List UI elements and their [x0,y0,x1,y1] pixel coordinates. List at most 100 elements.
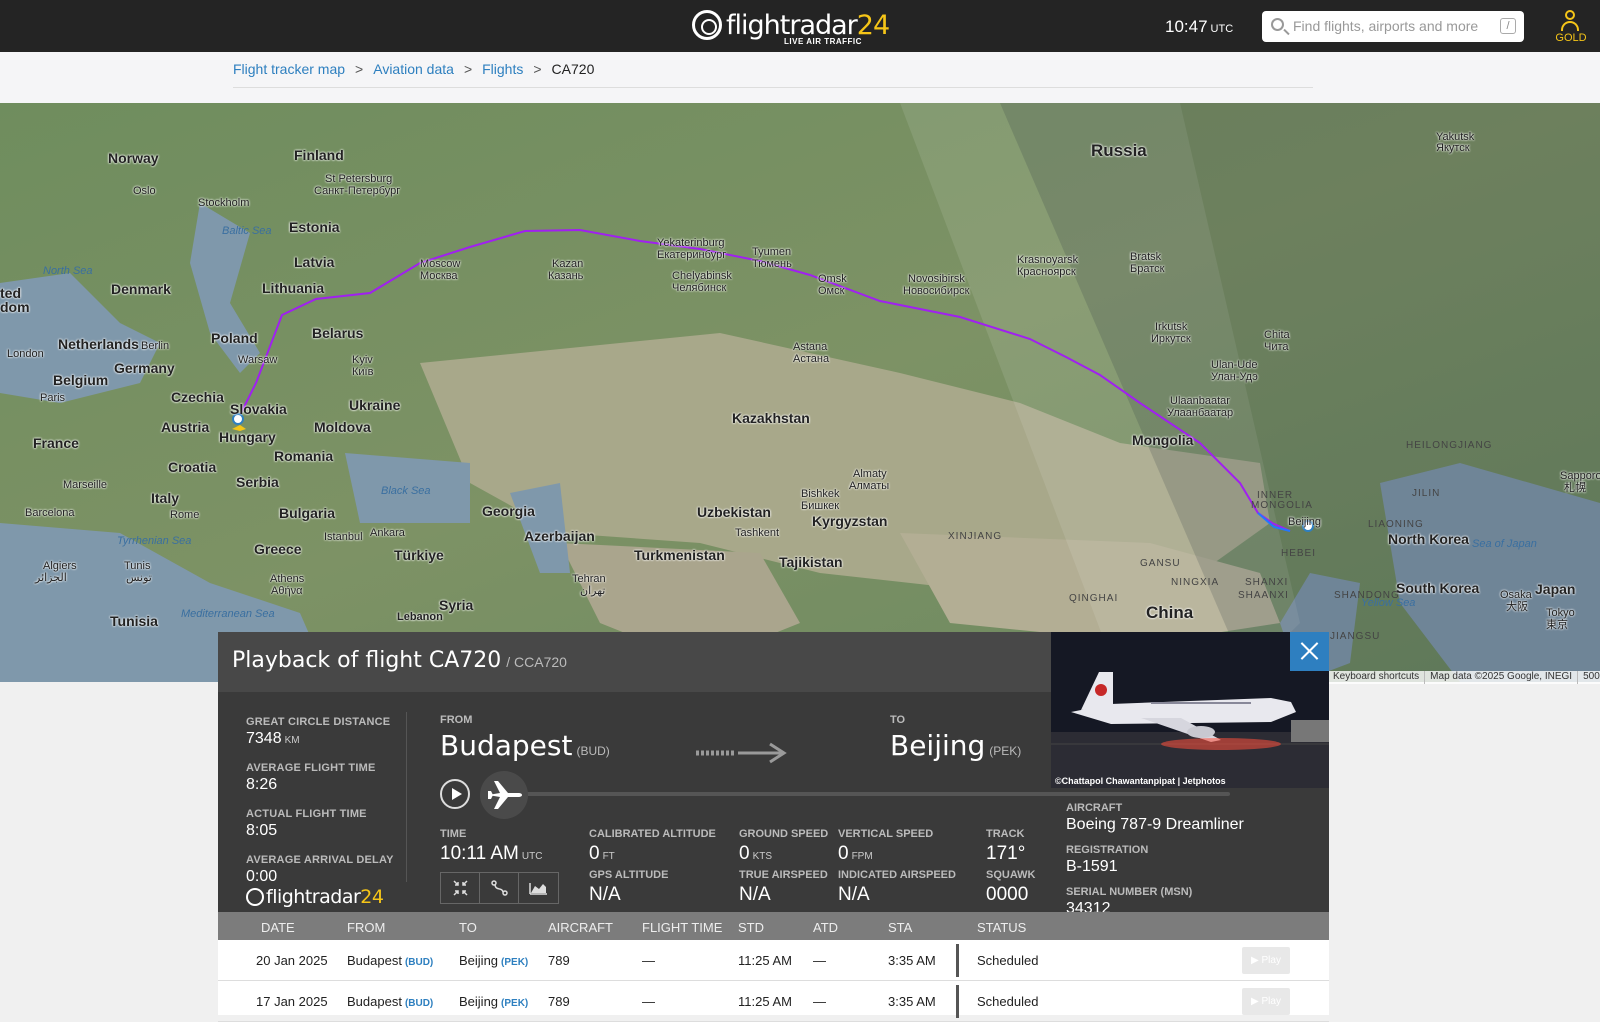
cell-atd: — [813,994,826,1009]
map-label-city: Stockholm [198,197,250,209]
cell-aircraft[interactable]: 789 [548,953,570,968]
map-label-region: NINGXIA [1171,577,1220,588]
cell-from: Budapest (BUD) [347,994,434,1009]
collapse-button[interactable] [441,873,480,903]
map-label-country: South Korea [1396,580,1480,596]
map-label-region: QINGHAI [1069,593,1119,604]
map-label-country: France [33,435,79,451]
breadcrumb-flights[interactable]: Flights [482,61,523,77]
area-chart-icon [529,883,547,895]
play-button[interactable] [440,779,470,809]
row-play-button[interactable]: ▶ Play [1242,988,1290,1015]
map-label-city: Казань [548,270,584,282]
map-label-city: Bratsk [1130,251,1162,263]
search-icon [1271,18,1284,31]
map-label-city: Astana [793,341,828,353]
map-label-city: Rome [170,509,200,521]
map-label-city: Новосибирск [903,285,970,297]
map-label-city: Ankara [370,527,405,539]
playback-panel: Playback of flight CA720/ CCA720 GREAT C… [218,632,1329,917]
status-bar [956,944,959,977]
map-label-city: Братск [1130,263,1165,275]
altitude-chart-button[interactable] [519,873,558,903]
map-label-city: Ulan-Ude [1211,359,1258,371]
map-label-city: Algiers [43,560,77,572]
breadcrumb-separator: > [533,61,542,77]
aircraft-registration[interactable]: B-1591 [1066,858,1316,876]
map-label-country: Hungary [219,429,276,445]
map-label-city: Paris [40,392,66,404]
flight-stats: GREAT CIRCLE DISTANCE 7348 KM AVERAGE FLI… [246,716,406,900]
map-label-city: Улаанбаатар [1167,407,1234,419]
origin-code: (BUD) [576,744,610,758]
route-toggle-button[interactable] [480,873,519,903]
map-label-country: Belarus [312,325,364,341]
map-label-city: Barcelona [25,507,75,519]
metric-indicated-airspeed: INDICATED AIRSPEED N/A [838,869,956,905]
metric-gps-altitude: GPS ALTITUDE N/A [589,869,669,905]
map-label-city: Tehran [572,573,606,585]
row-play-button[interactable]: ▶ Play [1242,947,1290,974]
timeline-handle[interactable] [480,771,528,819]
map-label-country: Tunisia [110,613,158,629]
flightradar24-logo[interactable]: flightradar24 LIVE AIR TRAFFIC [692,8,890,48]
stat-average-flight-time: AVERAGE FLIGHT TIME 8:26 [246,762,376,793]
map-label-city: Sapporo [1560,470,1600,482]
search-input[interactable] [1293,16,1493,36]
map-label-city: Kyiv [352,354,373,366]
map-label-city: Kazan [552,258,584,270]
map-label-city: Омск [818,285,845,297]
map-label-region: JIANGSU [1330,631,1381,642]
table-row[interactable]: 20 Jan 2025 Budapest (BUD) Beijing (PEK) 7… [218,940,1329,981]
map-label-country: Italy [151,490,180,506]
map-label-city: Tyumen [752,246,792,258]
map-label-city: Lebanon [397,611,443,623]
map-label-country: Moldova [314,419,371,435]
map-label-country: Finland [294,147,344,163]
origin-city[interactable]: Budapest [440,729,572,762]
cell-status: Scheduled [977,953,1039,968]
map-label-country: Turkmenistan [634,547,725,563]
metric-calibrated-altitude: CALIBRATED ALTITUDE 0 FT [589,828,716,864]
map-label-city: Ulaanbaatar [1170,395,1230,407]
search-box[interactable]: / [1262,11,1524,42]
map-label-country: Kazakhstan [732,410,810,426]
playback-timeline[interactable] [490,792,1230,796]
cell-aircraft[interactable]: 789 [548,994,570,1009]
aircraft-info: AIRCRAFT Boeing 787-9 Dreamliner REGISTR… [1066,802,1316,928]
map-label-country: Slovakia [230,401,287,417]
map-label-country: Japan [1535,581,1576,597]
map-label-city: Челябинск [672,282,727,294]
map-label-city: 東京 [1546,619,1568,631]
flight-history-table: DATE FROM TO AIRCRAFT FLIGHT TIME STD AT… [218,912,1329,1022]
destination-city[interactable]: Beijing [890,729,985,762]
map-label-city: Oslo [133,185,156,197]
map-label-city: Алматы [849,480,890,492]
map-label-city: تهران [580,585,606,597]
breadcrumb-current: CA720 [551,61,595,77]
table-header: DATE FROM TO AIRCRAFT FLIGHT TIME STD AT… [218,912,1329,940]
close-button[interactable] [1290,632,1329,671]
breadcrumb-aviation-data[interactable]: Aviation data [373,61,454,77]
map-label-city: Улан-Удэ [1211,371,1258,383]
aircraft-photo[interactable]: ©Chattapol Chawantanpipat | Jetphotos [1051,632,1329,788]
fr24-brand-logo: flightradar24 [246,886,384,908]
table-row[interactable]: 17 Jan 2025 Budapest (BUD) Beijing (PEK) 7… [218,981,1329,1022]
flight-map[interactable]: Norway Finland Estonia Latvia Lithuania … [0,103,1600,682]
route-arrow-icon [696,742,787,764]
map-label-country: Syria [439,597,474,613]
breadcrumb-flight-tracker-map[interactable]: Flight tracker map [233,61,345,77]
map-label-sea: Tyrrhenian Sea [117,535,192,547]
column-header: ATD [813,920,839,935]
map-label-region: HEBEI [1281,548,1317,559]
map-label-city: Athens [270,573,305,585]
map-label-country: North Korea [1388,531,1469,547]
account-button[interactable]: GOLD [1551,7,1591,47]
map-label-region: SHANDONG [1334,590,1400,601]
map-label-region: SHAANXI [1238,590,1289,601]
map-label-city: Иркутск [1151,333,1191,345]
photo-credit[interactable]: ©Chattapol Chawantanpipat | Jetphotos [1055,776,1226,786]
map-label-country: Austria [161,419,210,435]
keyboard-shortcuts-link[interactable]: Keyboard shortcuts [1328,671,1426,684]
map-label-city: 札幌 [1564,482,1586,494]
